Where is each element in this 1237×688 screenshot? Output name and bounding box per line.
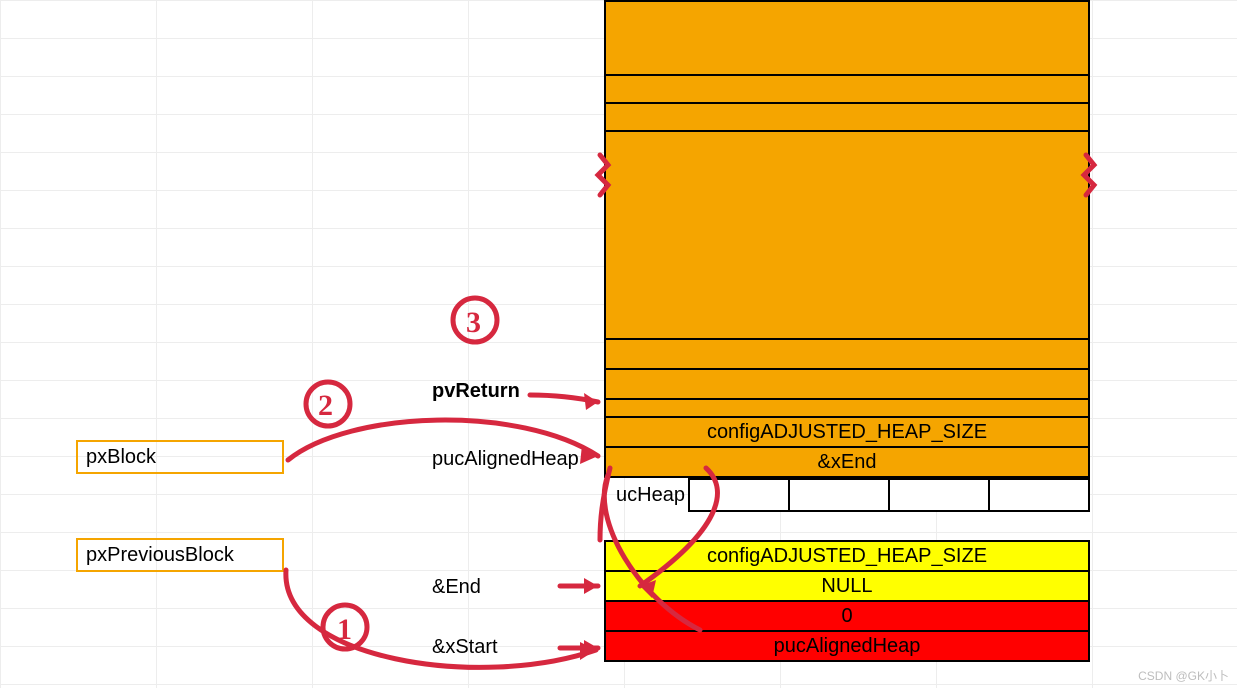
box-pxpreviousblock: pxPreviousBlock (76, 538, 284, 572)
label-ucheap: ucHeap (616, 484, 685, 507)
text-config-adjusted-heap-size-top: configADJUSTED_HEAP_SIZE (707, 421, 987, 444)
box-pxblock: pxBlock (76, 440, 284, 474)
text-zero-red: 0 (841, 605, 852, 628)
heap-row-4 (604, 338, 1090, 370)
heap-row-5 (604, 368, 1090, 400)
text-config-adjusted-heap-size-yellow: configADJUSTED_HEAP_SIZE (707, 545, 987, 568)
ucheap-bytes (688, 478, 1090, 512)
heap-row-2 (604, 74, 1090, 104)
label-pxblock: pxBlock (86, 446, 156, 468)
cell-config-adjusted-heap-size-yellow: configADJUSTED_HEAP_SIZE (604, 540, 1090, 572)
diagram-canvas: configADJUSTED_HEAP_SIZE &xEnd ucHeap co… (0, 0, 1237, 688)
heap-row-3 (604, 102, 1090, 132)
text-null-yellow: NULL (821, 575, 872, 598)
cell-pucalignedheap-red: pucAlignedHeap (604, 630, 1090, 662)
label-pucalignedheap: pucAlignedHeap (432, 448, 579, 471)
annotation-3: 3 (466, 306, 481, 339)
heap-row-top (604, 0, 1090, 76)
ucheap-byte-cell (990, 480, 1088, 510)
cell-null-yellow: NULL (604, 570, 1090, 602)
label-amp-end: &End (432, 576, 481, 599)
watermark: CSDN @GK小卜 (1138, 667, 1229, 684)
heap-large-mid (604, 130, 1090, 340)
label-amp-xstart: &xStart (432, 636, 498, 659)
annotation-1: 1 (337, 613, 352, 646)
ucheap-byte-cell (890, 480, 990, 510)
ucheap-byte-cell (790, 480, 890, 510)
cell-xend-addr: &xEnd (604, 446, 1090, 478)
cell-config-adjusted-heap-size-top: configADJUSTED_HEAP_SIZE (604, 416, 1090, 448)
ucheap-byte-cell (690, 480, 790, 510)
label-pvreturn: pvReturn (432, 380, 520, 403)
text-pucalignedheap-red: pucAlignedHeap (774, 635, 921, 658)
heap-row-6 (604, 398, 1090, 418)
label-pxpreviousblock: pxPreviousBlock (86, 544, 234, 566)
text-xend-addr: &xEnd (818, 451, 877, 474)
cell-zero-red: 0 (604, 600, 1090, 632)
annotation-2: 2 (318, 389, 333, 422)
